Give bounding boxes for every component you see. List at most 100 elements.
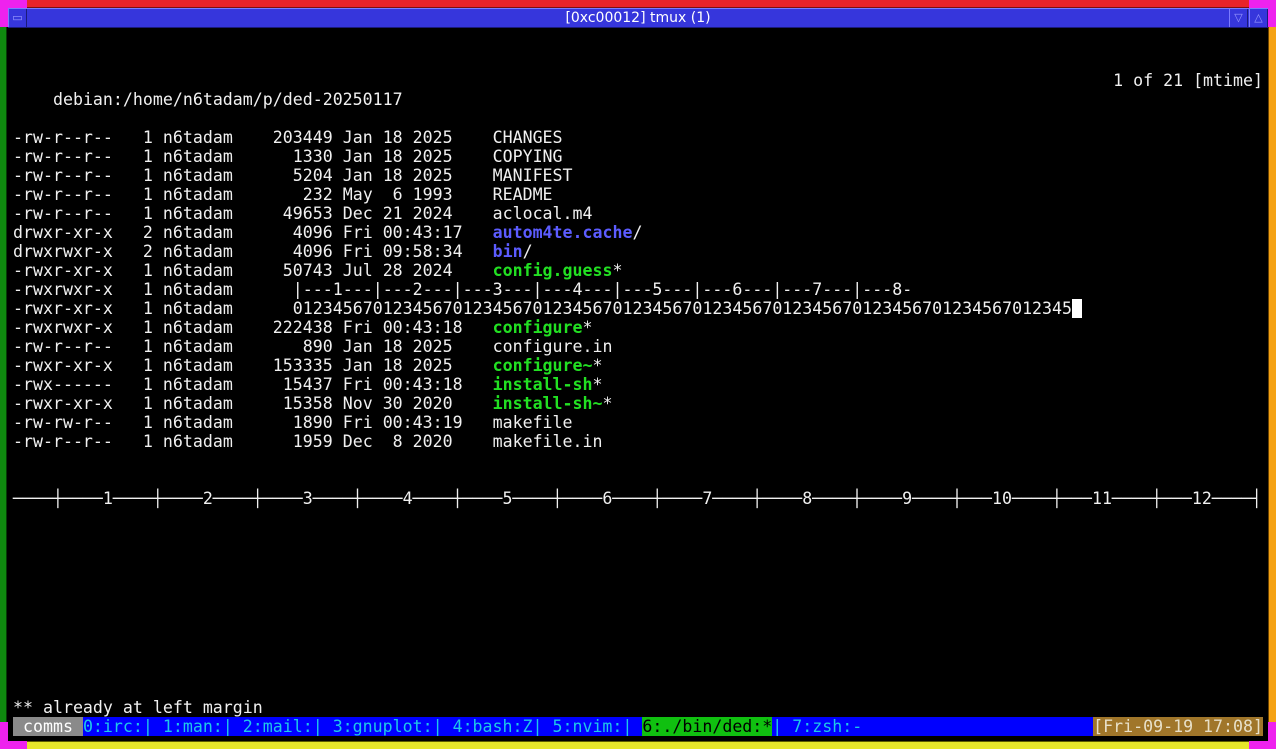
file-row[interactable]: -rwxr-xr-x 1 n6tadam 50743 Jul 28 2024 c… — [13, 261, 1263, 280]
window-border-top[interactable] — [0, 0, 1276, 8]
window-list-rest[interactable]: | 7:zsh:- — [772, 717, 862, 736]
file-owner: n6tadam — [162, 318, 233, 337]
file-row[interactable]: -rw-rw-r-- 1 n6tadam 1890 Fri 00:43:19 m… — [13, 413, 1263, 432]
file-row[interactable]: -rw-r--r-- 1 n6tadam 1959 Dec 8 2020 mak… — [13, 432, 1263, 451]
file-size: 232 — [232, 185, 333, 204]
corner-top-left-v[interactable] — [0, 0, 8, 27]
window-border-left[interactable] — [0, 8, 7, 741]
sep — [463, 318, 493, 337]
file-owner: n6tadam — [162, 280, 233, 299]
file-row[interactable]: drwxr-xr-x 2 n6tadam 4096 Fri 00:43:17 a… — [13, 223, 1263, 242]
file-row[interactable]: -rwxrwxr-x 1 n6tadam 222438 Fri 00:43:18… — [13, 318, 1263, 337]
file-name: README — [492, 185, 553, 204]
file-perms: -rwxrwxr-x — [13, 280, 113, 299]
file-perms: -rwxr-xr-x — [13, 261, 113, 280]
sep — [113, 299, 143, 318]
file-row[interactable]: -rwxr-xr-x 1 n6tadam 15358 Nov 30 2020 i… — [13, 394, 1263, 413]
corner-bottom-left-v[interactable] — [0, 722, 8, 749]
sep — [333, 318, 343, 337]
sep — [153, 375, 163, 394]
sep — [333, 432, 343, 451]
file-list[interactable]: -rw-r--r-- 1 n6tadam 203449 Jan 18 2025 … — [13, 128, 1263, 451]
file-perms: -rw-rw-r-- — [13, 413, 113, 432]
corner-top-right-v[interactable] — [1268, 0, 1276, 27]
maximize-icon[interactable]: △ — [1249, 9, 1268, 27]
sep — [113, 128, 143, 147]
sep — [463, 128, 493, 147]
file-name: |---1---|---2---|---3---|---4---|---5---… — [292, 280, 913, 299]
corner-bottom-right-v[interactable] — [1268, 722, 1276, 749]
file-name: COPYING — [492, 147, 563, 166]
file-size: 4096 — [232, 223, 333, 242]
current-window[interactable]: 6:./bin/ded:* — [642, 717, 773, 736]
status-clock: [Fri-09-19 17:08] — [1093, 717, 1263, 736]
sep — [463, 261, 493, 280]
sep — [463, 147, 493, 166]
sep — [153, 185, 163, 204]
sep — [113, 204, 143, 223]
sep — [233, 299, 293, 318]
file-name: config.guess — [492, 261, 613, 280]
file-name: bin — [492, 242, 523, 261]
window-border-right[interactable] — [1268, 8, 1276, 741]
file-name: MANIFEST — [492, 166, 573, 185]
file-name: configure.in — [492, 337, 613, 356]
file-date: Jul 28 2024 — [342, 261, 463, 280]
window-menu-icon[interactable]: ▭ — [8, 9, 27, 27]
file-type-suffix: / — [522, 242, 533, 261]
file-row[interactable]: -rw-r--r-- 1 n6tadam 232 May 6 1993 READ… — [13, 185, 1263, 204]
file-owner: n6tadam — [162, 166, 233, 185]
file-row[interactable]: -rw-r--r-- 1 n6tadam 5204 Jan 18 2025 MA… — [13, 166, 1263, 185]
sep — [463, 166, 493, 185]
title-bar[interactable]: ▭ [0xc00012] tmux (1) ▽ △ — [8, 8, 1268, 28]
sep — [463, 223, 493, 242]
file-owner: n6tadam — [162, 128, 233, 147]
file-links: 1 — [142, 147, 153, 166]
file-size: 49653 — [232, 204, 333, 223]
file-date: Jan 18 2025 — [342, 147, 463, 166]
sep — [333, 356, 343, 375]
file-size: 203449 — [232, 128, 333, 147]
file-row[interactable]: -rw-r--r-- 1 n6tadam 203449 Jan 18 2025 … — [13, 128, 1263, 147]
sep — [153, 356, 163, 375]
file-row[interactable]: drwxrwxr-x 2 n6tadam 4096 Fri 09:58:34 b… — [13, 242, 1263, 261]
file-owner: n6tadam — [162, 432, 233, 451]
file-date: May 6 1993 — [342, 185, 463, 204]
session-name[interactable]: comms — [13, 717, 83, 736]
file-perms: -rw-r--r-- — [13, 204, 113, 223]
window-border-bottom[interactable] — [0, 741, 1276, 749]
file-row[interactable]: -rwxr-xr-x 1 n6tadam 0123456701234567012… — [13, 299, 1263, 318]
file-type-suffix: / — [632, 223, 643, 242]
file-size: 222438 — [232, 318, 333, 337]
file-row[interactable]: -rw-r--r-- 1 n6tadam 49653 Dec 21 2024 a… — [13, 204, 1263, 223]
window-list[interactable]: 0:irc:| 1:man:| 2:mail:| 3:gnuplot:| 4:b… — [83, 717, 642, 736]
file-row[interactable]: -rw-r--r-- 1 n6tadam 1330 Jan 18 2025 CO… — [13, 147, 1263, 166]
file-name: install-sh~ — [492, 394, 603, 413]
file-perms: -rw-r--r-- — [13, 432, 113, 451]
sep — [333, 166, 343, 185]
file-date: Dec 8 2020 — [342, 432, 463, 451]
terminal[interactable]: debian:/home/n6tadam/p/ded-20250117 1 of… — [13, 33, 1263, 736]
file-type-suffix: * — [592, 375, 603, 394]
file-date: Fri 00:43:18 — [342, 318, 463, 337]
sep — [463, 204, 493, 223]
file-row[interactable]: -rwxrwxr-x 1 n6tadam |---1---|---2---|--… — [13, 280, 1263, 299]
file-perms: -rw-r--r-- — [13, 166, 113, 185]
file-row[interactable]: -rwxr-xr-x 1 n6tadam 153335 Jan 18 2025 … — [13, 356, 1263, 375]
sep — [463, 185, 493, 204]
file-row[interactable]: -rwx------ 1 n6tadam 15437 Fri 00:43:18 … — [13, 375, 1263, 394]
file-name: CHANGES — [492, 128, 563, 147]
file-perms: -rwxr-xr-x — [13, 299, 113, 318]
minimize-icon[interactable]: ▽ — [1229, 9, 1248, 27]
file-size: 15358 — [232, 394, 333, 413]
sep — [153, 223, 163, 242]
sep — [113, 356, 143, 375]
sep — [113, 261, 143, 280]
sep — [333, 185, 343, 204]
sep — [113, 166, 143, 185]
file-name: aclocal.m4 — [492, 204, 593, 223]
file-owner: n6tadam — [162, 375, 233, 394]
file-row[interactable]: -rw-r--r-- 1 n6tadam 890 Jan 18 2025 con… — [13, 337, 1263, 356]
sep — [153, 242, 163, 261]
file-links: 1 — [142, 166, 153, 185]
